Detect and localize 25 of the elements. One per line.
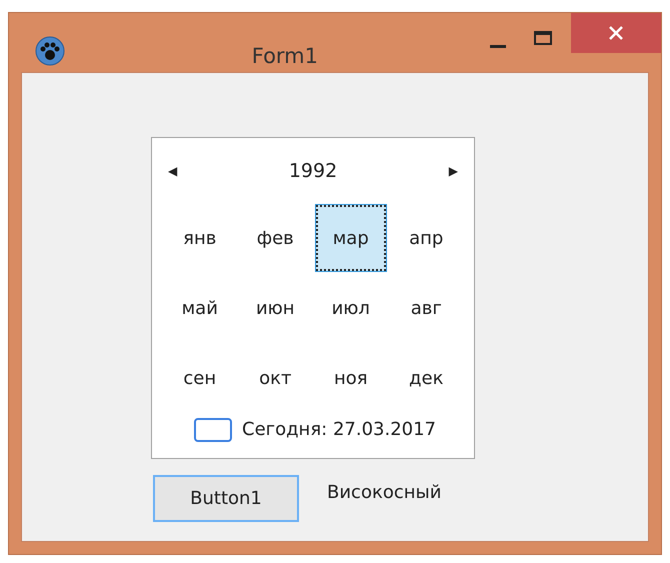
month-cell[interactable]: мар <box>315 204 386 272</box>
today-link[interactable]: Сегодня: 27.03.2017 <box>242 416 436 443</box>
window-title: Form1 <box>252 43 318 70</box>
paw-icon <box>34 35 66 67</box>
next-button[interactable]: ▶ <box>448 162 458 180</box>
month-cell[interactable]: май <box>164 274 236 342</box>
close-button[interactable] <box>571 13 661 53</box>
maximize-icon <box>534 31 552 45</box>
leap-year-label: Високосный <box>327 481 442 505</box>
month-cell[interactable]: апр <box>390 204 462 272</box>
previous-button[interactable]: ◀ <box>168 162 178 180</box>
month-cell[interactable]: июл <box>315 274 386 342</box>
close-icon <box>608 25 624 41</box>
month-cell[interactable]: сен <box>164 344 236 412</box>
year-label[interactable]: 1992 <box>288 156 338 186</box>
month-cell[interactable]: авг <box>390 274 462 342</box>
month-cell[interactable]: янв <box>164 204 236 272</box>
month-cell[interactable]: июн <box>240 274 311 342</box>
today-marker-icon <box>194 418 232 442</box>
month-cell[interactable]: фев <box>240 204 311 272</box>
minimize-icon <box>490 44 506 48</box>
month-cell[interactable]: дек <box>390 344 462 412</box>
button1[interactable]: Button1 <box>153 475 299 522</box>
month-cell[interactable]: окт <box>240 344 311 412</box>
month-cell[interactable]: ноя <box>315 344 386 412</box>
